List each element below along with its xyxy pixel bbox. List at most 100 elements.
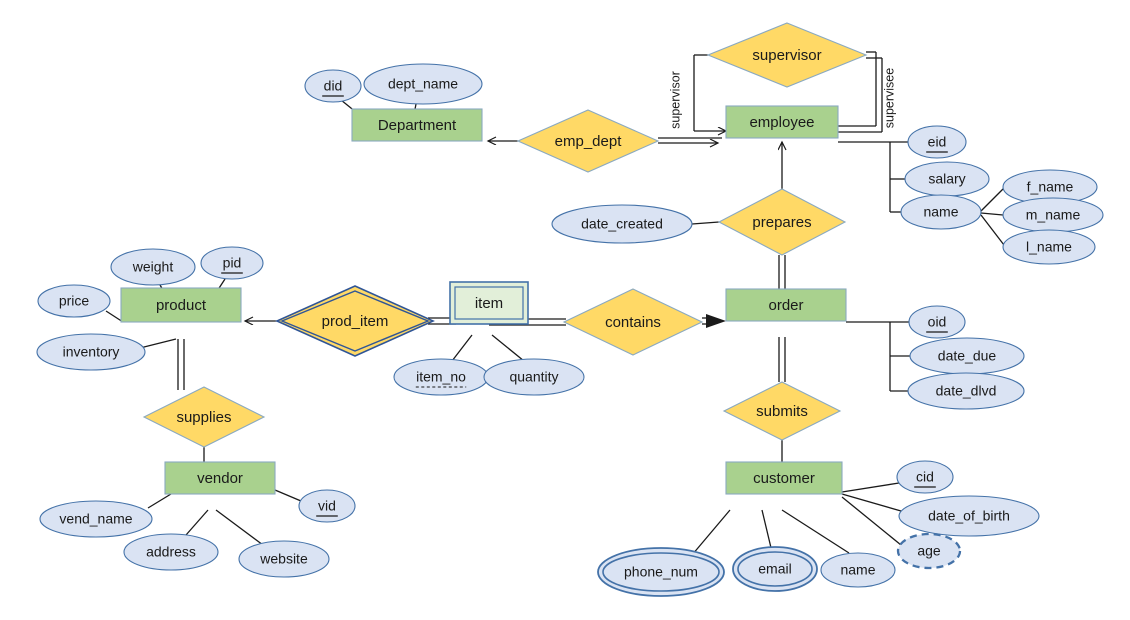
relationship-label: supplies: [176, 409, 231, 426]
attribute-salary[interactable]: salary: [904, 161, 990, 197]
attribute-item_no[interactable]: item_no: [393, 358, 489, 396]
edge-dob-customer: [841, 493, 902, 512]
entity-label: item: [475, 295, 503, 312]
edge-age-customer: [841, 496, 902, 546]
attribute-label: f_name: [1027, 179, 1074, 195]
relationship-emp_dept[interactable]: emp_dept: [516, 109, 660, 173]
edge-name-fname: [980, 187, 1005, 212]
attribute-name_emp[interactable]: name: [900, 194, 982, 230]
attribute-label: date_dlvd: [936, 383, 997, 399]
edge-contains-order-arrow: [706, 314, 726, 328]
attribute-label: age: [917, 543, 941, 559]
attribute-label: salary: [928, 171, 965, 187]
edge-label-supervisee-role: supervisee: [882, 68, 896, 128]
relationship-label: submits: [756, 403, 808, 420]
er-diagram-canvas: emp_dept supervisor prepares prod_item conta…: [0, 0, 1130, 620]
entity-label: employee: [749, 114, 814, 131]
attribute-date_created[interactable]: date_created: [551, 204, 693, 244]
edge-vid-vendor: [274, 489, 302, 502]
attribute-label: name: [923, 204, 958, 220]
edge-website-vendor: [215, 509, 264, 546]
entity-customer[interactable]: customer: [725, 461, 843, 495]
attribute-cid[interactable]: cid: [896, 460, 954, 494]
relationship-label: prod_item: [322, 313, 389, 330]
attribute-phone_num[interactable]: phone_num: [597, 547, 725, 597]
attribute-label: website: [259, 551, 308, 567]
attribute-label: l_name: [1026, 239, 1072, 255]
attribute-website[interactable]: website: [238, 540, 330, 578]
attribute-email[interactable]: email: [732, 546, 818, 592]
relationship-label: emp_dept: [555, 133, 623, 150]
attribute-label: weight: [132, 259, 174, 275]
edge-name-lname: [980, 214, 1005, 246]
attribute-label: m_name: [1026, 207, 1081, 223]
attribute-quantity[interactable]: quantity: [483, 358, 585, 396]
attribute-label: vend_name: [59, 511, 132, 527]
attribute-label: eid: [928, 134, 947, 150]
attribute-date_of_birth[interactable]: date_of_birth: [898, 495, 1040, 537]
entity-order[interactable]: order: [725, 288, 847, 322]
attribute-label: price: [59, 293, 90, 309]
entity-label: vendor: [197, 470, 243, 487]
entity-label: order: [768, 297, 803, 314]
entity-label: customer: [753, 470, 815, 487]
entity-department[interactable]: Department: [351, 108, 483, 142]
attribute-label: inventory: [63, 344, 120, 360]
relationship-contains[interactable]: contains: [562, 288, 704, 356]
attribute-eid[interactable]: eid: [907, 125, 967, 159]
attribute-weight[interactable]: weight: [110, 248, 196, 286]
attribute-age[interactable]: age: [896, 532, 962, 570]
edge-cid-customer: [841, 482, 900, 493]
attribute-m_name[interactable]: m_name: [1002, 197, 1104, 233]
attribute-label: cid: [916, 469, 934, 485]
attribute-inventory[interactable]: inventory: [36, 333, 146, 371]
attribute-label: quantity: [509, 369, 558, 385]
entity-vendor[interactable]: vendor: [164, 461, 276, 495]
attribute-name_cust[interactable]: name: [820, 552, 896, 588]
attribute-vid[interactable]: vid: [298, 489, 356, 523]
relationship-submits[interactable]: submits: [722, 381, 842, 441]
attribute-oid[interactable]: oid: [908, 305, 966, 339]
entity-product[interactable]: product: [120, 287, 242, 323]
attribute-price[interactable]: price: [37, 284, 111, 318]
attribute-date_dlvd[interactable]: date_dlvd: [907, 372, 1025, 410]
attribute-dept_name[interactable]: dept_name: [363, 63, 483, 105]
relationship-label: supervisor: [752, 47, 821, 64]
attribute-did[interactable]: did: [304, 69, 362, 103]
edge-label-supervisor-role: supervisor: [668, 71, 682, 129]
relationship-prod_item[interactable]: prod_item: [275, 285, 435, 357]
relationship-label: contains: [605, 314, 661, 331]
edge-inventory-product: [139, 338, 177, 349]
attribute-label: name: [840, 562, 875, 578]
er-diagram-svg: emp_dept supervisor prepares prod_item conta…: [36, 22, 1104, 597]
attribute-vend_name[interactable]: vend_name: [39, 500, 153, 538]
attribute-label: vid: [318, 498, 336, 514]
relationship-label: prepares: [752, 214, 811, 231]
entity-employee[interactable]: employee: [725, 105, 839, 139]
edge-address-vendor: [185, 509, 209, 536]
attribute-label: item_no: [416, 369, 466, 385]
attribute-label: address: [146, 544, 196, 560]
attribute-label: oid: [928, 314, 947, 330]
edge-price-product: [105, 310, 124, 323]
edge-itemno-item: [451, 334, 473, 362]
edge-email-customer: [761, 509, 773, 553]
edge-name-customer: [781, 509, 850, 554]
relationship-supervisor[interactable]: supervisor: [706, 22, 868, 88]
attribute-label: did: [324, 78, 343, 94]
attribute-label: date_of_birth: [928, 508, 1010, 524]
entity-item[interactable]: item: [449, 281, 529, 325]
attribute-date_due[interactable]: date_due: [909, 337, 1025, 375]
attribute-label: date_due: [938, 348, 997, 364]
attribute-pid[interactable]: pid: [200, 246, 264, 280]
attribute-label: date_created: [581, 216, 663, 232]
attribute-label: email: [758, 561, 791, 577]
entity-label: Department: [378, 117, 457, 134]
attribute-address[interactable]: address: [123, 533, 219, 571]
attribute-l_name[interactable]: l_name: [1002, 229, 1096, 265]
edge-vendname-vendor: [147, 493, 172, 509]
relationship-supplies[interactable]: supplies: [142, 386, 266, 448]
relationship-prepares[interactable]: prepares: [717, 188, 847, 256]
edge-name-mname: [980, 212, 1004, 216]
attribute-label: phone_num: [624, 564, 698, 580]
